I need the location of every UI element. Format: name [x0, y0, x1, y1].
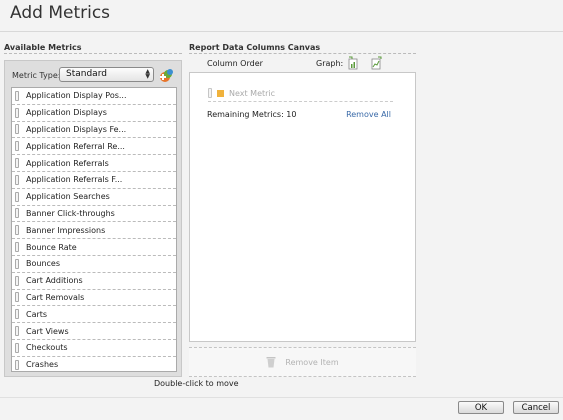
- metric-type-select[interactable]: Standard ▲ ▼: [59, 67, 154, 82]
- metric-label: Application Referral Re...: [26, 141, 125, 151]
- metric-type-label: Metric Type:: [12, 71, 61, 80]
- metric-list-item[interactable]: Cart Views: [12, 323, 176, 340]
- drag-handle-icon[interactable]: [15, 292, 19, 303]
- drag-handle-icon[interactable]: [15, 326, 19, 337]
- trash-icon: [266, 357, 276, 368]
- drag-handle-icon[interactable]: [15, 90, 19, 101]
- metric-list-item[interactable]: Application Displays Fe...: [12, 122, 176, 139]
- drag-handle-icon[interactable]: [15, 158, 19, 169]
- report-data-columns-canvas[interactable]: Next Metric Remaining Metrics: 10 Remove…: [189, 72, 416, 342]
- metric-label: Application Displays: [26, 108, 107, 118]
- footer-divider: [0, 397, 563, 398]
- metric-label: Bounce Rate: [26, 242, 77, 252]
- metric-label: Application Searches: [26, 192, 110, 202]
- drag-handle-icon[interactable]: [15, 141, 19, 152]
- remove-item-dropzone[interactable]: Remove Item: [189, 347, 416, 377]
- metric-label: Banner Click-throughs: [26, 208, 115, 218]
- column-order-label: Column Order: [207, 59, 263, 68]
- drag-handle-icon: [208, 88, 212, 98]
- drag-handle-icon[interactable]: [15, 258, 19, 269]
- next-metric-label: Next Metric: [229, 88, 276, 98]
- add-metric-icon[interactable]: [158, 68, 174, 83]
- graph-bar-icon[interactable]: [348, 56, 360, 70]
- drag-handle-icon[interactable]: [15, 342, 19, 353]
- drag-handle-icon[interactable]: [15, 309, 19, 320]
- next-metric-marker-icon: [217, 89, 224, 97]
- next-metric-placeholder: Next Metric: [208, 85, 393, 102]
- remove-item-label: Remove Item: [285, 357, 339, 367]
- metric-label: Checkouts: [26, 343, 68, 353]
- drag-handle-icon[interactable]: [15, 242, 19, 253]
- available-metrics-divider: [4, 53, 182, 54]
- metric-list-item[interactable]: Application Searches: [12, 189, 176, 206]
- metric-label: Crashes: [26, 360, 59, 370]
- available-metrics-list[interactable]: Application Display Pos... Application Di…: [11, 87, 177, 372]
- metric-list-item[interactable]: Bounces: [12, 256, 176, 273]
- metric-label: Application Referrals F...: [26, 175, 123, 185]
- canvas-header: Report Data Columns Canvas: [189, 43, 321, 52]
- metric-list-item[interactable]: Application Referrals: [12, 155, 176, 172]
- graph-line-icon[interactable]: [370, 56, 382, 70]
- metric-label: Cart Removals: [26, 292, 85, 302]
- drag-handle-icon[interactable]: [15, 359, 19, 370]
- metric-list-item[interactable]: Bounce Rate: [12, 239, 176, 256]
- graph-label: Graph:: [316, 59, 344, 68]
- drag-handle-icon[interactable]: [15, 208, 19, 219]
- metric-list-item[interactable]: Banner Impressions: [12, 222, 176, 240]
- drag-handle-icon[interactable]: [15, 107, 19, 118]
- cancel-button[interactable]: Cancel: [513, 401, 559, 414]
- metric-list-item[interactable]: Application Display Pos...: [12, 88, 176, 105]
- metric-label: Application Display Pos...: [26, 91, 127, 101]
- metric-list-item[interactable]: Crashes: [12, 357, 176, 371]
- drag-handle-icon[interactable]: [15, 225, 19, 236]
- metric-label: Application Displays Fe...: [26, 124, 127, 134]
- metric-label: Application Referrals: [26, 158, 109, 168]
- drag-handle-icon[interactable]: [15, 275, 19, 286]
- available-metrics-panel: Metric Type: Standard ▲ ▼ Application Dis…: [4, 60, 182, 377]
- metric-label: Cart Views: [26, 326, 69, 336]
- remaining-metrics-label: Remaining Metrics: 10: [207, 110, 297, 119]
- metric-list-item[interactable]: Banner Click-throughs: [12, 206, 176, 223]
- drag-handle-icon[interactable]: [15, 124, 19, 135]
- metric-list-item[interactable]: Application Referral Re...: [12, 138, 176, 156]
- drag-handle-icon[interactable]: [15, 174, 19, 185]
- remove-all-link[interactable]: Remove All: [346, 110, 391, 119]
- title-divider: [0, 31, 563, 32]
- metric-label: Banner Impressions: [26, 225, 106, 235]
- ok-button[interactable]: OK: [458, 401, 504, 414]
- metric-list-item[interactable]: Cart Additions: [12, 273, 176, 290]
- metric-label: Bounces: [26, 259, 61, 269]
- metric-list-item[interactable]: Application Displays: [12, 105, 176, 122]
- metric-list-item[interactable]: Cart Removals: [12, 290, 176, 307]
- metric-label: Cart Additions: [26, 276, 83, 286]
- double-click-hint: Double-click to move: [154, 379, 239, 388]
- metric-list-item[interactable]: Carts: [12, 306, 176, 324]
- available-metrics-header: Available Metrics: [4, 43, 82, 52]
- canvas-divider: [189, 53, 416, 54]
- drag-handle-icon[interactable]: [15, 191, 19, 202]
- select-arrows-icon: ▲ ▼: [145, 68, 150, 80]
- metric-label: Carts: [26, 309, 48, 319]
- metric-type-value: Standard: [66, 69, 107, 79]
- metric-list-item[interactable]: Application Referrals F...: [12, 172, 176, 189]
- dialog-title: Add Metrics: [10, 3, 111, 23]
- metric-list-item[interactable]: Checkouts: [12, 340, 176, 357]
